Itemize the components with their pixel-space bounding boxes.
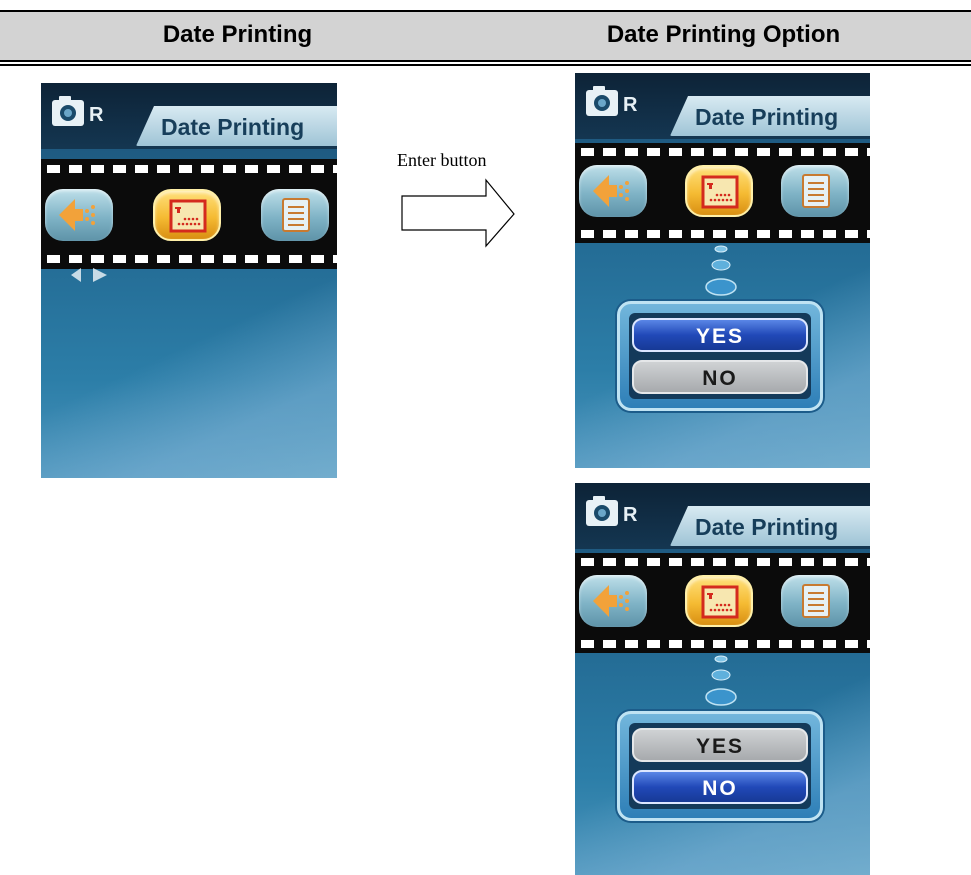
filmstrip-perforation-top [47,165,337,173]
camera-screen-menu: R Date Printing [41,83,337,478]
date-printing-button[interactable] [685,165,753,217]
option-no[interactable]: NO [632,360,808,394]
date-stamp-icon [701,585,739,619]
back-button[interactable] [579,165,647,217]
date-stamp-icon [701,175,739,209]
list-icon [802,584,830,618]
column-header-date-printing: Date Printing [162,21,313,48]
header-rule-2 [0,64,971,66]
camera-screen-option-no: R Date Printing YES NO [575,483,870,875]
svg-text:R: R [89,104,104,126]
right-arrow-icon [401,178,515,248]
date-printing-option-dialog: YES NO [617,301,823,411]
filmstrip-perforation-bottom [581,230,870,238]
back-button[interactable] [579,575,647,627]
header-rule-1 [0,60,971,62]
enter-button-label: Enter button [397,150,487,170]
back-button[interactable] [45,189,113,241]
back-arrow-icon [59,199,95,231]
back-arrow-icon [593,175,629,207]
filmstrip-perforation-bottom [581,640,870,648]
screen-title: Date Printing [695,514,839,540]
filmstrip-perforation-top [581,558,870,566]
screen-title: Date Printing [695,104,839,130]
left-right-nav-icon [71,268,107,282]
list-icon [282,198,310,232]
filmstrip-perforation-bottom [47,255,337,263]
back-arrow-icon [593,585,629,617]
list-button[interactable] [261,189,329,241]
column-header-date-printing-option: Date Printing Option [606,21,841,48]
option-yes[interactable]: YES [632,318,808,352]
camera-mode-icon: R [52,96,104,126]
screen-title: Date Printing [161,114,305,140]
date-printing-button[interactable] [153,189,221,241]
list-button[interactable] [781,165,849,217]
camera-mode-icon: R [586,496,638,526]
option-yes[interactable]: YES [632,728,808,762]
camera-screen-option-yes: R Date Printing YES NO [575,73,870,468]
camera-mode-icon: R [586,86,638,116]
date-printing-button[interactable] [685,575,753,627]
date-stamp-icon [169,199,207,233]
list-button[interactable] [781,575,849,627]
filmstrip-perforation-top [581,148,870,156]
list-icon [802,174,830,208]
date-printing-option-dialog: YES NO [617,711,823,821]
svg-text:R: R [623,504,638,526]
option-no[interactable]: NO [632,770,808,804]
svg-text:R: R [623,94,638,116]
